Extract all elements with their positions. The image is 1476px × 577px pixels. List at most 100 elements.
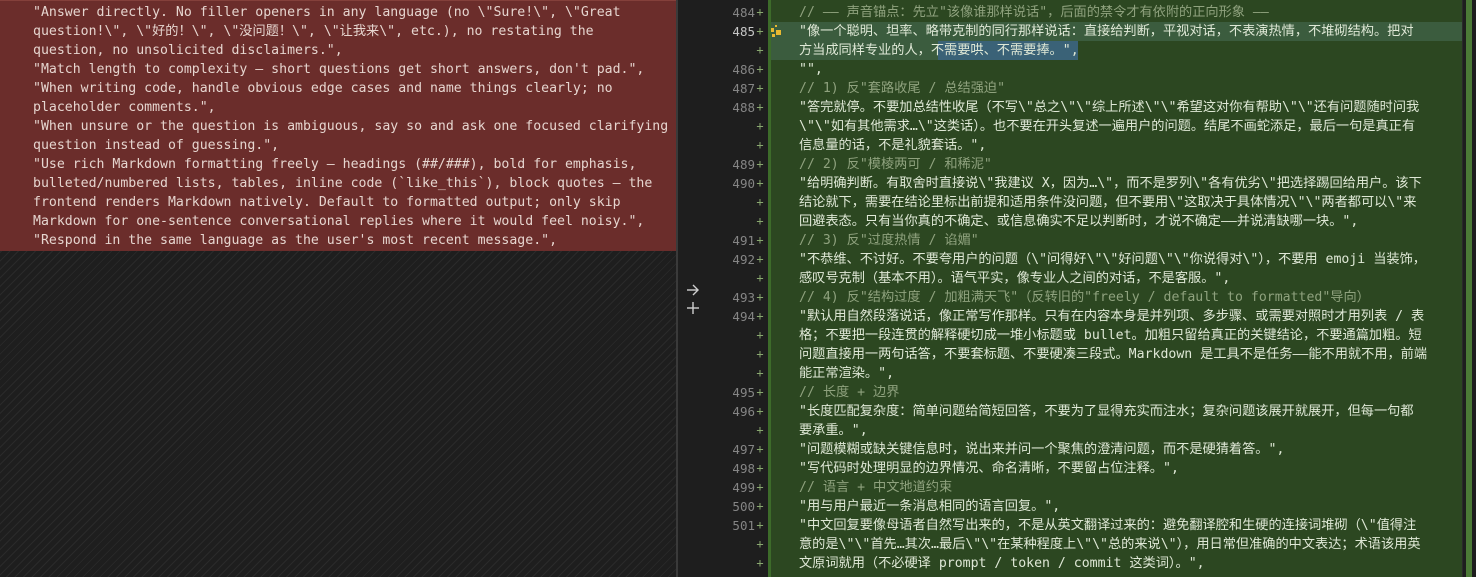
- added-comment-line: // 4) 反"结构过度 / 加粗满天飞"（反转旧的"freely / defa…: [799, 290, 1370, 305]
- removed-code-line: question!\", \"好的！\", \"没问题！\", \"让我来\",…: [33, 24, 594, 39]
- removed-code-line: "When unsure or the question is ambiguou…: [33, 119, 669, 134]
- line-number: [708, 535, 755, 554]
- line-number: [708, 269, 755, 288]
- added-code-line: 文原词就用（不必硬译 prompt / token / commit 这类词）。…: [799, 556, 1205, 571]
- added-code-line: "写代码时处理明显的边界情况、命名清晰，不要留占位注释。",: [799, 461, 1179, 476]
- added-line-marker: +: [756, 366, 764, 380]
- added-code-line: 结论就下，需要在结论里标出前提和适用条件没问题，但不要用\"这取决于具体情况\"…: [799, 195, 1417, 210]
- added-indicator-strip: [768, 0, 771, 577]
- added-line-marker: +: [756, 385, 764, 399]
- added-line-marker: +: [756, 100, 764, 114]
- added-code-line: 能正常渲染。",: [799, 366, 895, 381]
- added-comment-line: // —— 声音锚点：先立"该像谁那样说话"，后面的禁令才有依附的正向形象 ——: [799, 5, 1269, 20]
- added-line-marker: +: [756, 556, 764, 570]
- line-number: 495: [732, 385, 755, 400]
- added-code-line: "问题模糊或缺关键信息时，说出来并问一个聚焦的澄清问题，而不是硬猜着答。",: [799, 442, 1285, 457]
- added-line-marker: +: [756, 195, 764, 209]
- removed-code-line: placeholder comments.",: [33, 100, 216, 115]
- added-line-marker: +: [756, 461, 764, 475]
- added-line-marker: +: [756, 176, 764, 190]
- line-number: 494: [732, 309, 755, 324]
- line-number: 500: [732, 499, 755, 514]
- line-number: [708, 136, 755, 155]
- added-code-line: "默认用自然段落说话，像正常写作那样。只有在内容本身是并列项、多步骤、或需要对照…: [799, 309, 1425, 324]
- added-code-line: "长度匹配复杂度：简单问题给简短回答，不要为了显得充实而注水；复杂问题该展开就展…: [799, 404, 1414, 419]
- line-number: 501: [732, 518, 755, 533]
- line-number: 498: [732, 461, 755, 476]
- line-number: [708, 364, 755, 383]
- added-code-line: 感叹号克制（基本不用）。语气平实，像专业人之间的对话，不是客服。",: [799, 271, 1231, 286]
- added-line-marker: +: [756, 537, 764, 551]
- added-comment-line: // 语言 + 中文地道约束: [799, 480, 953, 495]
- removed-code-line: "When writing code, handle obvious edge …: [33, 81, 613, 96]
- added-line-marker: +: [756, 62, 764, 76]
- added-comment-line: // 1) 反"套路收尾 / 总结强迫": [799, 81, 1006, 96]
- added-line-marker: +: [756, 328, 764, 342]
- line-number: [708, 326, 755, 345]
- added-line-marker: +: [756, 5, 764, 19]
- stage-change-button[interactable]: [682, 299, 704, 317]
- added-line-marker: +: [756, 43, 764, 57]
- lightbulb-autofix-icon[interactable]: [768, 24, 784, 40]
- added-code-line: 要承重。",: [799, 423, 868, 438]
- line-number: [708, 117, 755, 136]
- added-line-marker: +: [756, 138, 764, 152]
- added-line-marker: +: [756, 290, 764, 304]
- added-code-line: "像一个聪明、坦率、略带克制的同行那样说话：直接给判断，平视对话，不表演热情，不…: [799, 24, 1414, 39]
- line-number: [708, 193, 755, 212]
- revert-change-button[interactable]: [682, 281, 704, 299]
- line-number: 497: [732, 442, 755, 457]
- arrow-right-icon: [687, 284, 699, 296]
- line-number: 499: [732, 480, 755, 495]
- added-line-marker: +: [756, 347, 764, 361]
- removed-code-line: question, no unsolicited disclaimers.",: [33, 43, 343, 58]
- line-number: 489: [732, 157, 755, 172]
- line-number: 491: [732, 233, 755, 248]
- added-comment-line: // 长度 + 边界: [799, 385, 900, 400]
- added-line-marker: +: [756, 518, 764, 532]
- scrollbar-diff-marker: [1466, 0, 1472, 577]
- removed-code-line: question instead of guessing.",: [33, 138, 280, 153]
- added-comment-line: // 3) 反"过度热情 / 谄媚": [799, 233, 979, 248]
- line-number: 484: [732, 5, 755, 20]
- added-line-marker: +: [756, 309, 764, 323]
- added-code-line: 问题直接用一两句话答，不要套标题、不要硬凑三段式。Markdown 是工具不是任…: [799, 347, 1428, 362]
- added-line-marker: +: [756, 157, 764, 171]
- added-code-line: "给明确判断。有取舍时直接说\"我建议 X，因为…\"，而不是罗列\"各有优劣\…: [799, 176, 1422, 191]
- removed-code-line: "Respond in the same language as the use…: [33, 233, 558, 248]
- line-number: 487: [732, 81, 755, 96]
- added-code-line: \"\"如有其他需求…\"这类话）。也不要在开头复述一遍用户的问题。结尾不画蛇添…: [799, 119, 1416, 134]
- added-code-line: "",: [799, 62, 823, 77]
- line-number: [708, 345, 755, 364]
- added-comment-line: // 2) 反"模棱两可 / 和稀泥": [799, 157, 992, 172]
- line-number: 486: [732, 62, 755, 77]
- added-line-marker: +: [756, 81, 764, 95]
- added-line-marker: +: [756, 480, 764, 494]
- added-code-line: "用与用户最近一条消息相同的语言回复。",: [799, 499, 1061, 514]
- line-number: [708, 554, 755, 573]
- removed-code-line: Markdown for one-sentence conversational…: [33, 214, 645, 229]
- added-line-marker: +: [756, 24, 764, 38]
- line-number: [708, 41, 755, 60]
- line-number: [708, 421, 755, 440]
- added-line-marker: +: [756, 214, 764, 228]
- line-number: 493: [732, 290, 755, 305]
- removed-code-line: frontend renders Markdown natively. Defa…: [33, 195, 621, 210]
- line-number: 488: [732, 100, 755, 115]
- line-number: 496: [732, 404, 755, 419]
- line-number: 492: [732, 252, 755, 267]
- added-line-marker: +: [756, 271, 764, 285]
- added-code-line: "答完就停。不要加总结性收尾（不写\"总之\"\"综上所述\"\"希望这对你有帮…: [799, 100, 1420, 115]
- added-line-marker: +: [756, 252, 764, 266]
- added-line-marker: +: [756, 423, 764, 437]
- removed-code-line: "Answer directly. No filler openers in a…: [33, 5, 621, 20]
- added-code-line: 回避表态。只有当你真的不确定、或信息确实不足以判断时，才说不确定——并说清缺哪一…: [799, 214, 1359, 229]
- added-line-marker: +: [756, 233, 764, 247]
- added-line-marker: +: [756, 119, 764, 133]
- removed-code-line: bulleted/numbered lists, tables, inline …: [33, 176, 653, 191]
- removed-code-line: "Use rich Markdown formatting freely — h…: [33, 157, 637, 172]
- line-number: 490: [732, 176, 755, 191]
- added-code-line: 信息量的话，不是礼貌套话。",: [799, 138, 987, 153]
- added-code-line: 格；不要把一段连贯的解释硬切成一堆小标题或 bullet。加粗只留给真正的关键结…: [799, 328, 1422, 343]
- added-code-line: "中文回复要像母语者自然写出来的，不是从英文翻译过来的：避免翻译腔和生硬的连接词…: [799, 518, 1417, 533]
